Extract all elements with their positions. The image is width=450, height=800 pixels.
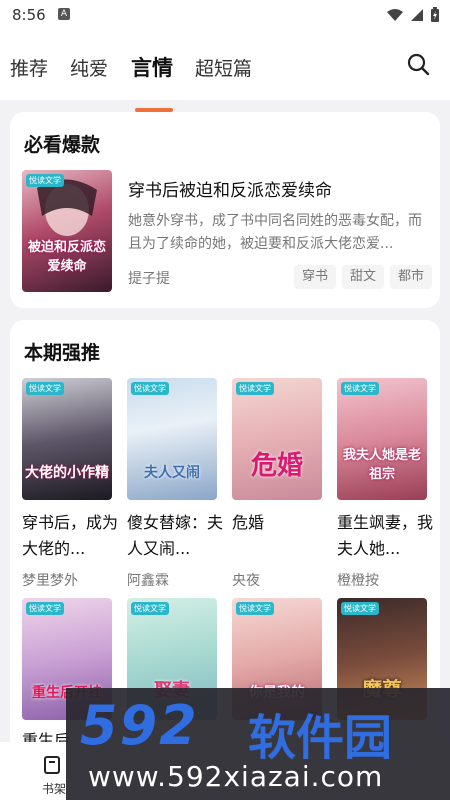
book-author: 阿鑫霖 bbox=[127, 573, 169, 589]
cover-label: 悦读文学 bbox=[26, 602, 64, 615]
cover-label: 悦读文学 bbox=[131, 602, 169, 615]
status-bar: 8:56 A bbox=[0, 0, 450, 32]
status-time: 8:56 bbox=[12, 6, 46, 24]
book-cover[interactable]: 悦读文学 夫人又闹 bbox=[127, 378, 217, 500]
book-cover[interactable]: 悦读文学 危婚 bbox=[232, 378, 322, 500]
featured-section: 必看爆款 悦读文学 被迫和反派恋爱续命 穿书后被迫和反派恋爱续命 她意外穿书，成… bbox=[10, 112, 440, 308]
tab-recommend[interactable]: 推荐 bbox=[10, 54, 48, 81]
book-author: 橙橙按 bbox=[337, 573, 379, 589]
featured-book-author: 提子提 bbox=[128, 271, 170, 287]
cover-label: 悦读文学 bbox=[236, 382, 274, 395]
cover-title-text: 我夫人她是老祖宗 bbox=[342, 448, 421, 482]
book-tag[interactable]: 穿书 bbox=[294, 265, 337, 289]
cover-title-text: 大佬的小作精 bbox=[25, 465, 109, 481]
wifi-icon bbox=[387, 9, 403, 21]
book-title[interactable]: 危婚 bbox=[232, 510, 330, 536]
featured-book-cover[interactable]: 悦读文学 被迫和反派恋爱续命 bbox=[22, 170, 112, 292]
app-notification-icon: A bbox=[58, 8, 70, 20]
cover-label: 悦读文学 bbox=[131, 382, 169, 395]
tab-short[interactable]: 超短篇 bbox=[195, 54, 252, 81]
signal-icon bbox=[411, 9, 423, 21]
section-title-weekly: 本期强推 bbox=[24, 342, 101, 364]
book-title[interactable]: 穿书后，成为大佬的... bbox=[22, 510, 120, 562]
site-watermark: 592 软件园 www.592xiazai.com bbox=[66, 688, 450, 800]
battery-icon bbox=[431, 7, 439, 22]
book-author: 梦里梦外 bbox=[22, 573, 78, 589]
category-tabs: 推荐 纯爱 言情 超短篇 bbox=[0, 32, 450, 112]
cover-title-text: 危婚 bbox=[250, 451, 303, 481]
book-cover[interactable]: 悦读文学 我夫人她是老祖宗 bbox=[337, 378, 427, 500]
book-cover[interactable]: 悦读文学 大佬的小作精 bbox=[22, 378, 112, 500]
book-tag[interactable]: 甜文 bbox=[342, 265, 385, 289]
watermark-brand: 592 bbox=[80, 694, 199, 757]
book-title[interactable]: 重生飒妻，我夫人她... bbox=[337, 510, 435, 562]
cover-label: 悦读文学 bbox=[26, 174, 64, 187]
featured-book-description: 她意外穿书，成了书中同名同姓的恶毒女配，而且为了续命的她，被迫要和反派大佬恋爱.… bbox=[128, 213, 422, 252]
bookshelf-icon[interactable] bbox=[42, 754, 66, 776]
bottom-nav-bookshelf-label[interactable]: 书架 bbox=[42, 780, 66, 797]
featured-book-title[interactable]: 穿书后被迫和反派恋爱续命 bbox=[128, 176, 332, 201]
watermark-url: www.592xiazai.com bbox=[88, 760, 384, 793]
cover-title-text: 夫人又闹 bbox=[144, 465, 200, 481]
cover-label: 悦读文学 bbox=[341, 382, 379, 395]
cover-label: 悦读文学 bbox=[26, 382, 64, 395]
tab-bl[interactable]: 纯爱 bbox=[70, 54, 108, 81]
book-author: 央夜 bbox=[232, 573, 260, 589]
watermark-brand-cn: 软件园 bbox=[248, 710, 393, 766]
book-tag[interactable]: 都市 bbox=[390, 265, 433, 289]
cover-label: 悦读文学 bbox=[341, 602, 379, 615]
cover-title-text: 被迫和反派恋爱续命 bbox=[27, 240, 106, 274]
system-icons bbox=[386, 7, 440, 23]
book-title[interactable]: 傻女替嫁：夫人又闹... bbox=[127, 510, 225, 562]
search-icon[interactable] bbox=[406, 52, 430, 76]
section-title-featured: 必看爆款 bbox=[24, 134, 101, 156]
cover-label: 悦读文学 bbox=[236, 602, 274, 615]
tab-romance[interactable]: 言情 bbox=[131, 52, 173, 82]
